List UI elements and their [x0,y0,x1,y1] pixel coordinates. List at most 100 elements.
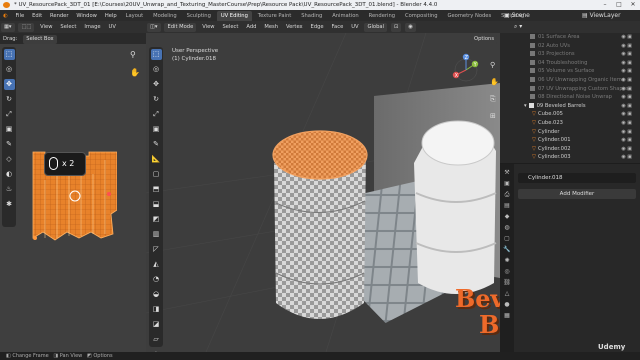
vp-cursor-tool-icon[interactable]: ◎ [151,64,162,75]
visibility-icon[interactable]: ◉ ▣ [621,42,632,51]
outliner-row[interactable]: 04 Troubleshooting ◉ ▣ [500,59,640,68]
proportional-edit-icon[interactable]: ◉ [405,23,416,32]
rip-tool-icon[interactable]: ◇ [4,154,15,165]
object-name-field[interactable]: Cylinder.018 [518,173,636,183]
tab-rendering[interactable]: Rendering [365,11,400,21]
vp-spin-tool-icon[interactable]: ◔ [151,274,162,285]
tab-modeling[interactable]: Modeling [149,11,181,21]
vp-annotate-tool-icon[interactable]: ✎ [151,139,162,150]
view-layer-selector[interactable]: ▤ ViewLayer [582,10,621,21]
tab-uv-editing[interactable]: UV Editing [216,11,252,21]
vp-menu-mesh[interactable]: Mesh [261,21,281,33]
tab-texture-paint[interactable]: Texture Paint [254,11,295,21]
tab-compositing[interactable]: Compositing [401,11,442,21]
data-tab-icon[interactable]: △ [500,288,514,299]
vp-scale-tool-icon[interactable]: ⤢ [151,109,162,120]
vp-menu-select[interactable]: Select [219,21,241,33]
vp-menu-edge[interactable]: Edge [308,21,327,33]
vp-loopcut-tool-icon[interactable]: ▥ [151,229,162,240]
texture-tab-icon[interactable]: ▦ [500,310,514,321]
visibility-icon[interactable]: ◉ ▣ [621,59,632,68]
vp-shrink-tool-icon[interactable]: ◪ [151,319,162,330]
visibility-icon[interactable]: ◉ ▣ [621,85,632,94]
outliner-row[interactable]: ▽ Cube.023 ◉ ▣ [500,119,640,128]
view-layer-tab-icon[interactable]: ▤ [500,200,514,211]
output-tab-icon[interactable]: ⎙ [500,189,514,200]
rotate-tool-icon[interactable]: ↻ [4,94,15,105]
scene-tab-icon[interactable]: ◆ [500,211,514,222]
zoom-view-icon[interactable]: ⚲ [130,50,136,59]
add-modifier-button[interactable]: Add Modifier [518,189,636,199]
outliner-row[interactable]: 03 Projections ◉ ▣ [500,50,640,59]
outliner-row[interactable]: ▽ Cylinder.003 ◉ ▣ [500,153,640,162]
snap-icon[interactable]: ⊡ [390,23,402,32]
vp-inset-tool-icon[interactable]: ⬓ [151,199,162,210]
uv-menu-uv[interactable]: UV [106,21,119,33]
outliner-row[interactable]: 05 Volume vs Surface ◉ ▣ [500,67,640,76]
viewport-editor-type-icon[interactable]: ◫▾ [147,23,161,32]
vp-select-tool-icon[interactable]: ⬚ [150,49,162,60]
zoom-icon[interactable]: ⚲ [490,61,495,69]
world-tab-icon[interactable]: ◍ [500,222,514,233]
visibility-icon[interactable]: ◉ ▣ [621,153,632,162]
drag-select-box[interactable]: Select Box [23,35,57,44]
visibility-icon[interactable]: ◉ ▣ [621,93,632,102]
options-button[interactable]: Options [471,35,498,44]
perspective-toggle-icon[interactable]: ⊞ [490,112,496,120]
constraints-tab-icon[interactable]: ⛓ [500,277,514,288]
visibility-icon[interactable]: ◉ ▣ [621,145,632,154]
vp-menu-vertex[interactable]: Vertex [283,21,306,33]
vp-menu-view[interactable]: View [199,21,217,33]
close-icon[interactable]: ✕ [626,0,640,10]
pan-icon[interactable]: ✋ [490,78,499,86]
menu-render[interactable]: Render [47,11,71,21]
select-tool-icon[interactable]: ⬚ [3,49,15,60]
pinch-tool-icon[interactable]: ✱ [4,199,15,210]
scale-tool-icon[interactable]: ⤢ [4,109,15,120]
grab-tool-icon[interactable]: ◐ [4,169,15,180]
vp-knife-tool-icon[interactable]: ◸ [151,244,162,255]
render-tab-icon[interactable]: ▣ [500,178,514,189]
menu-help[interactable]: Help [102,11,120,21]
visibility-icon[interactable]: ◉ ▣ [621,110,632,119]
menu-edit[interactable]: Edit [29,11,45,21]
camera-icon[interactable]: ⎘ [490,95,496,104]
tab-sculpting[interactable]: Sculpting [183,11,215,21]
visibility-icon[interactable]: ◉ ▣ [621,33,632,42]
tab-layout[interactable]: Layout [122,11,148,21]
relax-tool-icon[interactable]: ♨ [4,184,15,195]
vp-smooth-tool-icon[interactable]: ◒ [151,289,162,300]
cursor-tool-icon[interactable]: ◎ [4,64,15,75]
uv-menu-select[interactable]: Select [57,21,79,33]
object-tab-icon[interactable]: ▢ [500,233,514,244]
physics-tab-icon[interactable]: ◎ [500,266,514,277]
visibility-icon[interactable]: ◉ ▣ [621,136,632,145]
visibility-icon[interactable]: ◉ ▣ [621,128,632,137]
orientation-selector[interactable]: Global [364,23,388,32]
vp-bevel-tool-icon[interactable]: ◩ [151,214,162,225]
tool-tab-icon[interactable]: ⚒ [500,167,514,178]
visibility-icon[interactable]: ◉ ▣ [621,76,632,85]
visibility-icon[interactable]: ◉ ▣ [621,67,632,76]
vp-extrude-tool-icon[interactable]: ⬒ [151,184,162,195]
uv-menu-image[interactable]: Image [81,21,103,33]
vp-menu-add[interactable]: Add [243,21,259,33]
vp-move-tool-icon[interactable]: ✥ [151,79,162,90]
maximize-icon[interactable]: □ [612,0,626,10]
outliner-row[interactable]: 08 Directional Noise Unwrap ◉ ▣ [500,93,640,102]
particles-tab-icon[interactable]: ✺ [500,255,514,266]
outliner-row[interactable]: ▾ 09 Beveled Barrels ◉ ▣ [500,102,640,111]
uv-select-mode-icon[interactable]: ⬚⬚ [18,23,35,32]
menu-window[interactable]: Window [73,11,99,21]
menu-file[interactable]: File [12,11,27,21]
outliner[interactable]: 01 Surface Area ◉ ▣ 02 Auto UVs ◉ ▣ 03 Pro… [500,33,640,163]
scene-selector[interactable]: ▣ Scene [504,10,530,21]
move-tool-icon[interactable]: ✥ [3,79,15,90]
uv-menu-view[interactable]: View [37,21,55,33]
outliner-row[interactable]: ▽ Cube.005 ◉ ▣ [500,110,640,119]
outliner-row[interactable]: ▽ Cylinder.002 ◉ ▣ [500,145,640,154]
outliner-row[interactable]: ▽ Cylinder ◉ ▣ [500,128,640,137]
outliner-row[interactable]: 01 Surface Area ◉ ▣ [500,33,640,42]
editor-type-icon[interactable]: ▦▾ [1,23,15,32]
outliner-row[interactable]: 06 UV Unwrapping Organic Items ◉ ▣ [500,76,640,85]
